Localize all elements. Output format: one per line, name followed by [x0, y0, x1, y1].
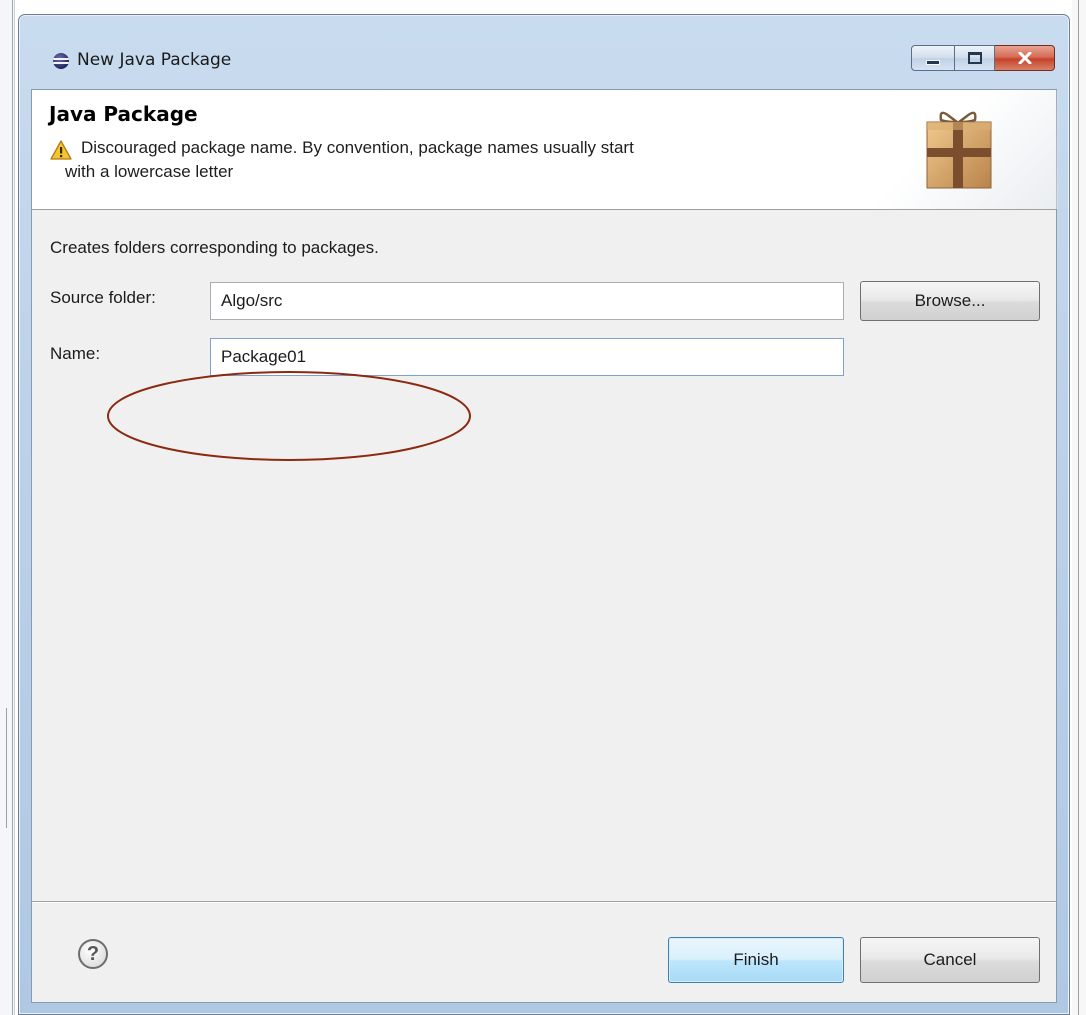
finish-button[interactable]: Finish	[668, 937, 844, 983]
window-controls	[911, 45, 1055, 71]
background-divider-lower	[6, 708, 7, 828]
warning-message-line2: with a lowercase letter	[65, 162, 234, 181]
minimize-button[interactable]	[911, 45, 955, 71]
wizard-header: Java Package Discouraged package name. B…	[32, 90, 1058, 210]
eclipse-icon	[53, 53, 69, 69]
close-icon	[1018, 52, 1031, 64]
source-folder-label: Source folder:	[50, 288, 156, 307]
new-java-package-dialog: New Java Package Java Package Discourage…	[18, 14, 1070, 1015]
warning-message-line1: Discouraged package name. By convention,…	[81, 138, 634, 157]
page-title: Java Package	[49, 102, 198, 126]
cancel-button[interactable]: Cancel	[860, 937, 1040, 983]
close-button[interactable]	[995, 45, 1055, 71]
footer-separator	[32, 901, 1056, 902]
minimize-icon	[926, 59, 940, 65]
warning-message: Discouraged package name. By convention,…	[65, 136, 871, 184]
name-label: Name:	[50, 344, 101, 363]
source-folder-field[interactable]: Algo/src	[210, 282, 844, 320]
dialog-client-area: Java Package Discouraged package name. B…	[31, 89, 1058, 1003]
background-divider	[12, 0, 13, 1015]
title-bar[interactable]: New Java Package	[19, 15, 1069, 89]
window-title: New Java Package	[77, 50, 232, 70]
package-icon	[926, 111, 992, 189]
annotation-ellipse	[107, 371, 471, 461]
page-description: Creates folders corresponding to package…	[50, 238, 379, 257]
maximize-button[interactable]	[955, 45, 995, 71]
help-icon[interactable]: ?	[78, 939, 108, 969]
warning-icon	[50, 140, 72, 160]
maximize-icon	[967, 52, 982, 64]
browse-button[interactable]: Browse...	[860, 281, 1040, 321]
background-right-divider	[1078, 0, 1079, 1015]
background-window-right-edge	[1072, 0, 1086, 1015]
